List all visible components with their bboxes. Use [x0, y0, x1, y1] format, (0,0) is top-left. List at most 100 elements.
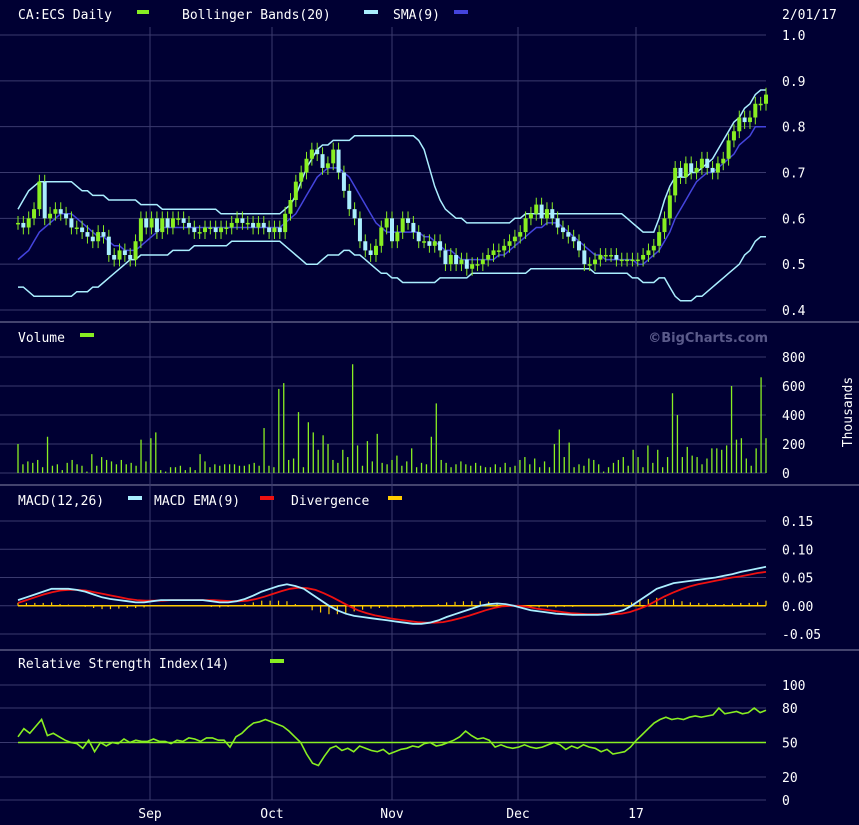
price-candle [539, 204, 544, 219]
price-candle [689, 163, 694, 173]
price-candle [165, 218, 170, 228]
price-candle [406, 218, 411, 223]
price-candle [256, 222, 261, 228]
x-tick-label: 17 [628, 807, 644, 822]
price-candle [512, 236, 517, 242]
volume-legend-label: Volume [18, 331, 65, 346]
price-candle [646, 250, 651, 255]
price-candle [486, 255, 491, 260]
price-candle [603, 255, 608, 257]
y-tick-label: 0.05 [782, 572, 813, 587]
price-candle [74, 227, 79, 229]
price-candle [475, 264, 480, 266]
price-candle [96, 232, 101, 242]
price-candle [544, 209, 549, 219]
price-candle [53, 209, 58, 214]
y-tick-label: 1.0 [782, 29, 805, 44]
price-candle [614, 255, 619, 260]
price-candle [555, 218, 560, 228]
y-tick-label: 80 [782, 702, 798, 717]
price-candle [566, 232, 571, 237]
price-candle [42, 181, 47, 219]
price-candle [625, 259, 630, 262]
price-candle [176, 218, 181, 220]
x-tick-label: Sep [138, 807, 162, 822]
y-tick-label: 0.8 [782, 121, 805, 136]
price-candle [219, 227, 224, 233]
rsi-legend-swatch [270, 659, 284, 663]
divergence-legend-swatch [388, 496, 402, 500]
price-candle [208, 227, 213, 229]
price-candle [224, 227, 229, 229]
price-candle [438, 241, 443, 251]
price-candle [764, 94, 768, 104]
price-candle [368, 250, 373, 255]
y-tick-label: 20 [782, 771, 798, 786]
price-candle [213, 227, 218, 233]
x-tick-label: Dec [506, 807, 529, 822]
price-candle [470, 264, 475, 269]
price-candle [747, 117, 752, 123]
volume-legend-swatch [80, 333, 94, 337]
price-candle [283, 213, 288, 233]
price-candle [144, 218, 149, 228]
price-candle [181, 218, 186, 223]
price-candle [641, 255, 646, 260]
price-candle [357, 218, 362, 242]
y-tick-label: 0.5 [782, 258, 805, 273]
macd-legend-swatch [128, 496, 142, 500]
price-candle [21, 222, 26, 228]
y-tick-label: 400 [782, 409, 805, 424]
y-tick-label: 0.10 [782, 543, 813, 558]
price-candle [507, 241, 512, 246]
macd-ema-legend-swatch [260, 496, 274, 500]
macd-legend-label: MACD(12,26) [18, 494, 104, 509]
bollinger-legend-label: Bollinger Bands(20) [182, 8, 331, 23]
price-candle [432, 241, 437, 246]
price-candle [694, 167, 699, 173]
price-candle [117, 250, 122, 260]
price-candle [630, 259, 635, 262]
price-candle [186, 222, 191, 228]
rsi-legend-label: Relative Strength Index(14) [18, 657, 229, 672]
price-candle [726, 140, 731, 159]
price-candle [58, 209, 63, 214]
price-candle [37, 181, 42, 210]
y-tick-label: 50 [782, 737, 798, 752]
bollinger-legend-swatch [364, 10, 378, 14]
price-candle [277, 227, 282, 233]
y-tick-label: 0.4 [782, 304, 806, 319]
y-tick-label: 200 [782, 438, 805, 453]
price-candle [582, 250, 587, 265]
price-candle [534, 204, 539, 214]
price-candle [502, 245, 507, 251]
price-candle [454, 255, 459, 265]
price-candle [587, 264, 592, 266]
y-tick-label: -0.05 [782, 628, 821, 643]
price-candle [657, 232, 662, 246]
price-legend-label: CA:ECS Daily [18, 8, 112, 23]
x-tick-label: Nov [380, 807, 404, 822]
price-candle [395, 232, 400, 242]
price-candle [203, 227, 207, 233]
price-candle [523, 218, 528, 233]
price-candle [64, 213, 69, 219]
price-candle [373, 245, 378, 255]
price-candle [325, 163, 330, 168]
divergence-legend-label: Divergence [291, 494, 369, 509]
price-candle [299, 172, 304, 182]
sma-legend-label: SMA(9) [393, 8, 440, 23]
sma-legend-swatch [454, 10, 468, 14]
price-candle [662, 218, 667, 233]
price-candle [149, 218, 154, 228]
price-candle [85, 232, 90, 237]
price-candle [619, 259, 624, 262]
price-candle [731, 131, 736, 141]
price-candle [315, 149, 320, 155]
y-tick-label: 600 [782, 380, 805, 395]
price-candle [678, 167, 683, 178]
price-candle [80, 227, 85, 233]
price-candle [464, 259, 469, 269]
price-candle [491, 250, 496, 255]
price-candle [48, 213, 53, 219]
